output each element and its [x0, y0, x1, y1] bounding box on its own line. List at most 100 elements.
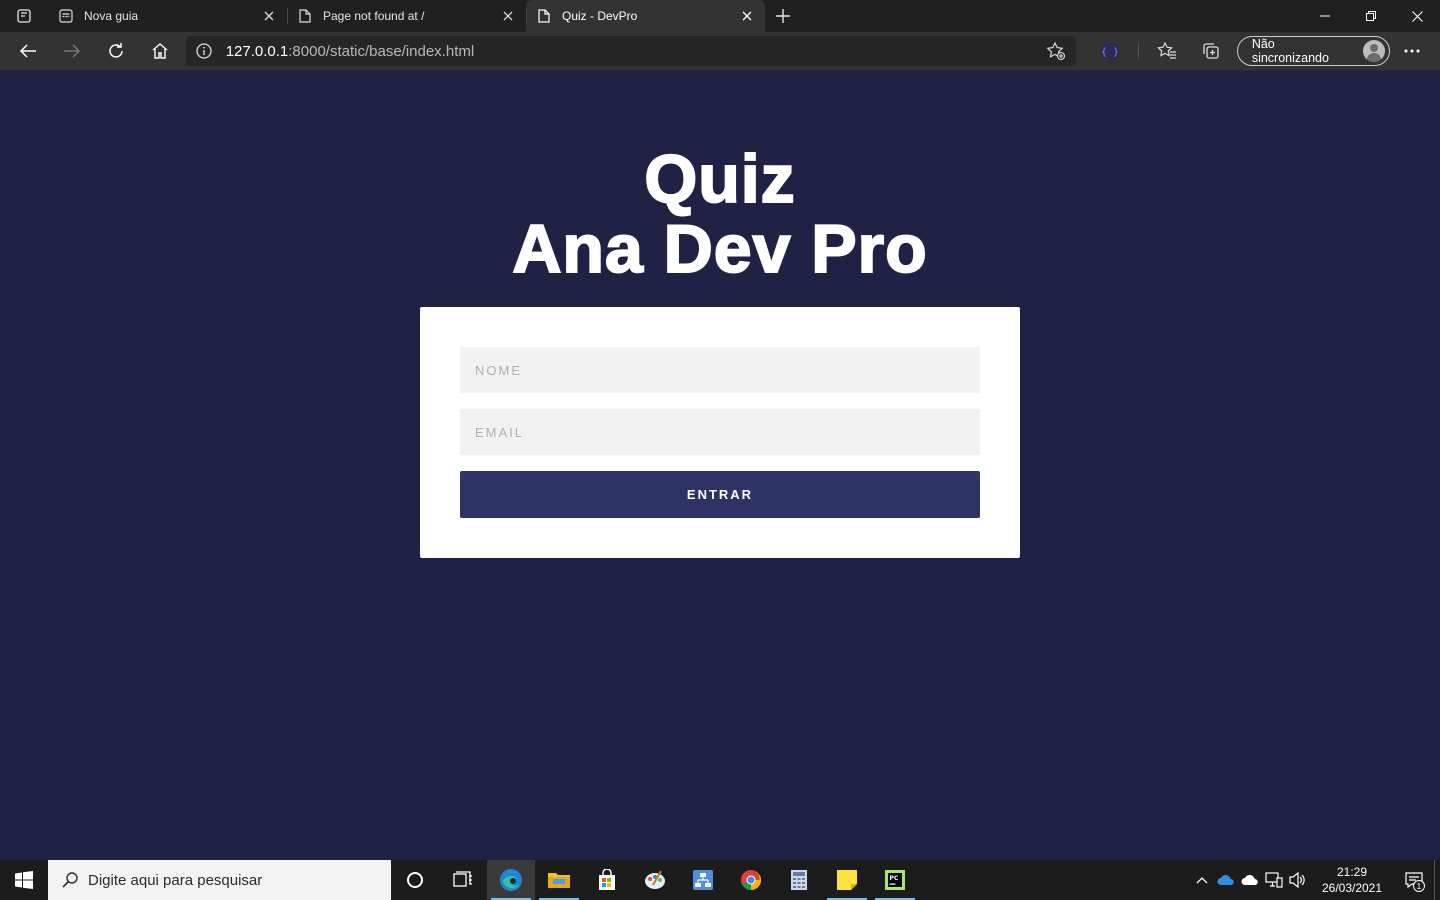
pycharm-icon: PC — [885, 870, 905, 890]
edge-icon — [500, 869, 522, 891]
url-path: :8000/static/base/index.html — [288, 42, 475, 60]
start-button[interactable] — [0, 860, 48, 900]
favorites-button[interactable] — [1145, 35, 1189, 67]
document-icon — [297, 8, 313, 24]
network-tray-button[interactable] — [1262, 860, 1286, 900]
clock-time: 21:29 — [1336, 865, 1368, 879]
browser-toolbar: 127.0.0.1:8000/static/base/index.html { … — [0, 32, 1440, 71]
submit-label: ENTRAR — [686, 487, 754, 502]
new-tab-button[interactable] — [765, 0, 801, 32]
email-placeholder: EMAIL — [475, 424, 525, 440]
add-favorite-icon[interactable] — [1046, 41, 1066, 61]
cloud-tray-button[interactable] — [1238, 860, 1262, 900]
network-icon — [1265, 872, 1283, 888]
close-icon[interactable] — [500, 8, 516, 24]
arrow-left-icon — [19, 44, 36, 58]
collections-icon — [1203, 43, 1219, 59]
profile-label: Não sincronizando — [1251, 37, 1329, 65]
json-viewer-icon: { } — [1101, 43, 1119, 59]
search-placeholder: Digite aqui para pesquisar — [88, 871, 263, 889]
home-icon — [152, 43, 168, 59]
more-icon — [1404, 49, 1420, 53]
chrome-icon — [741, 870, 762, 891]
tab-title: Page not found at / — [323, 9, 425, 23]
arrow-right-icon — [63, 44, 80, 58]
name-input[interactable]: NOME — [460, 347, 980, 393]
collections-button[interactable] — [1189, 35, 1233, 67]
close-icon[interactable] — [739, 8, 755, 24]
url-host: 127.0.0.1 — [225, 42, 289, 60]
settings-menu-button[interactable] — [1390, 35, 1434, 67]
cortana-icon — [407, 872, 423, 888]
system-tray: 21:29 26/03/2021 1 — [1190, 860, 1440, 900]
email-input[interactable]: EMAIL — [460, 409, 980, 455]
address-bar[interactable]: 127.0.0.1:8000/static/base/index.html — [185, 36, 1077, 66]
favorites-icon — [1157, 42, 1176, 59]
extension-button[interactable]: { } — [1088, 35, 1132, 67]
info-icon[interactable] — [196, 43, 212, 59]
show-desktop-button[interactable] — [1434, 860, 1440, 900]
name-placeholder: NOME — [475, 362, 522, 378]
tab-actions-icon — [17, 9, 31, 23]
forward-button[interactable] — [50, 35, 94, 67]
windows-logo-icon — [15, 871, 33, 889]
restore-icon — [1366, 11, 1376, 21]
calculator-icon — [791, 870, 807, 890]
restore-button[interactable] — [1348, 0, 1394, 32]
login-form: NOME EMAIL ENTRAR — [420, 307, 1020, 558]
close-window-button[interactable] — [1394, 0, 1440, 32]
show-hidden-icons-button[interactable] — [1190, 860, 1214, 900]
submit-button[interactable]: ENTRAR — [460, 471, 980, 518]
taskbar-search[interactable]: Digite aqui para pesquisar — [48, 860, 391, 900]
volume-tray-button[interactable] — [1286, 860, 1310, 900]
title-line-2: Ana Dev Pro — [511, 211, 928, 287]
action-center-button[interactable]: 1 — [1394, 860, 1434, 900]
folder-icon — [548, 873, 570, 888]
page-title: Quiz Ana Dev Pro — [0, 141, 1440, 287]
tab-actions-button[interactable] — [0, 0, 48, 32]
url-text[interactable]: 127.0.0.1:8000/static/base/index.html — [226, 43, 1046, 60]
taskbar: Digite aqui para pesquisar PC 21:29 26/0… — [0, 860, 1440, 900]
clock[interactable]: 21:29 26/03/2021 — [1316, 864, 1388, 896]
minimize-button[interactable] — [1302, 0, 1348, 32]
paint-taskbar-app[interactable] — [631, 860, 679, 900]
notification-count-badge: 1 — [1413, 880, 1425, 892]
close-icon[interactable] — [261, 8, 277, 24]
pycharm-taskbar-app[interactable]: PC — [871, 860, 919, 900]
sticky-notes-taskbar-app[interactable] — [823, 860, 871, 900]
home-button[interactable] — [138, 35, 182, 67]
volume-icon — [1289, 872, 1305, 888]
title-line-1: Quiz — [643, 141, 796, 217]
chrome-taskbar-app[interactable] — [727, 860, 775, 900]
minimize-icon — [1320, 15, 1330, 17]
tab-page-not-found[interactable]: Page not found at / — [287, 0, 526, 32]
toolbar-divider — [1138, 43, 1139, 59]
onedrive-tray-button[interactable] — [1214, 860, 1238, 900]
profile-button[interactable]: Não sincronizando — [1236, 36, 1391, 66]
palette-icon — [645, 870, 665, 889]
explorer-taskbar-app[interactable] — [535, 860, 583, 900]
network-diagram-icon — [693, 870, 713, 890]
sticky-note-icon — [837, 870, 857, 890]
window-controls — [1302, 0, 1440, 32]
calculator-taskbar-app[interactable] — [775, 860, 823, 900]
task-view-button[interactable] — [439, 860, 487, 900]
onedrive-icon — [1217, 874, 1234, 885]
document-icon — [536, 8, 552, 24]
edge-taskbar-app[interactable] — [487, 860, 535, 900]
search-icon — [60, 870, 80, 890]
chevron-up-icon — [1196, 877, 1208, 884]
svg-text:{ }: { } — [1101, 47, 1119, 58]
tab-title: Quiz - DevPro — [562, 9, 638, 23]
tab-nova-guia[interactable]: Nova guia — [48, 0, 287, 32]
refresh-icon — [109, 43, 123, 58]
tab-strip: Nova guia Page not found at / Quiz - Dev… — [0, 0, 1440, 32]
network-app-taskbar-app[interactable] — [679, 860, 727, 900]
close-icon — [1411, 10, 1423, 22]
tab-quiz-devpro[interactable]: Quiz - DevPro — [526, 0, 765, 32]
back-button[interactable] — [6, 35, 50, 67]
clock-date: 26/03/2021 — [1321, 881, 1383, 895]
store-taskbar-app[interactable] — [583, 860, 631, 900]
cortana-button[interactable] — [391, 860, 439, 900]
refresh-button[interactable] — [94, 35, 138, 67]
